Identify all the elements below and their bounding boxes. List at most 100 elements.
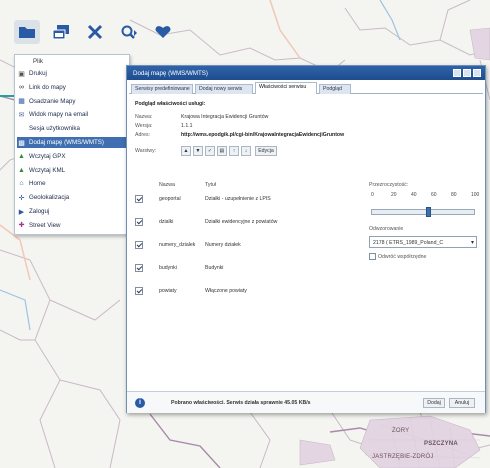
opacity-tick-label: 40 <box>411 192 417 198</box>
layer-row[interactable]: powiaty Włączone powiaty <box>135 286 363 298</box>
edit-button[interactable]: Edycja <box>255 146 277 156</box>
file-menu-button[interactable] <box>14 20 40 44</box>
layer-checkbox[interactable] <box>135 241 143 249</box>
layer-name: budynki <box>159 265 177 271</box>
tab-predefined[interactable]: Serwisy predefiniowane <box>131 84 193 94</box>
file-dropdown-menu: Plik ▣ Drukuj ∞ Link do mapy ▦ Osadzanie Mapy… <box>14 54 130 235</box>
menu-item-home[interactable]: ⌂ Home <box>17 178 129 189</box>
dialog-title[interactable]: Dodaj mapę (WMS/WMTS) <box>127 66 485 80</box>
kml-icon: ▲ <box>18 166 25 174</box>
gpx-icon: ▲ <box>18 152 25 160</box>
layer-row[interactable]: numery_dzialek Numery działek <box>135 240 363 252</box>
email-icon: ✉ <box>18 111 25 119</box>
layer-title: Działki - uzupełnienie z LPIS <box>205 196 271 202</box>
opacity-tick-label: 60 <box>431 192 437 198</box>
menu-item-geolokalizacja[interactable]: ✛ Geolokalizacja <box>17 192 129 203</box>
menu-item-wczytaj-kml[interactable]: ▲ Wczytaj KML <box>17 165 129 176</box>
address-value: http://wms.epodgik.pl/cgi-bin/KrajowaInt… <box>181 132 345 138</box>
menu-item-widok-mapy-na-email[interactable]: ✉ Widok mapy na email <box>17 109 129 120</box>
menu-item-label: Dodaj mapę (WMS/WMTS) <box>29 139 104 146</box>
tab-properties[interactable]: Właściwości serwisu <box>255 82 317 94</box>
dialog-tabs: Serwisy predefiniowane Dodaj nowy serwis… <box>129 82 483 94</box>
tools-icon <box>87 24 103 40</box>
layer-up-button[interactable]: ↑ <box>229 146 239 156</box>
tools-button[interactable] <box>82 20 108 44</box>
layer-checkbox[interactable] <box>135 195 143 203</box>
add-button[interactable]: Dodaj <box>423 398 445 408</box>
layer-copy-button[interactable]: ▤ <box>217 146 227 156</box>
opacity-label: Przezroczystość: <box>369 182 409 188</box>
chevron-down-icon: ▾ <box>470 240 474 246</box>
dialog-help-icon[interactable] <box>453 69 461 77</box>
favorites-button[interactable] <box>150 20 176 44</box>
tab-add-new[interactable]: Dodaj nowy serwis <box>195 84 253 94</box>
menu-item-osadzanie-mapy[interactable]: ▦ Osadzanie Mapy <box>17 96 129 107</box>
version-value: 1.1.1 <box>181 123 193 129</box>
menu-item-sesja-użytkownika[interactable]: Sesja użytkownika <box>17 123 129 134</box>
tab-preview[interactable]: Podgląd <box>319 84 351 94</box>
menu-item-label: Geolokalizacja <box>29 194 70 202</box>
search-button[interactable] <box>116 20 142 44</box>
dialog-footer: i Pobrano właściwości. Serwis działa spr… <box>127 391 485 413</box>
menu-item-label: Zaloguj <box>29 208 50 215</box>
layer-title: Numery działek <box>205 242 241 248</box>
layer-move-down-button[interactable]: ▼ <box>193 146 203 156</box>
layer-checkbox[interactable] <box>135 287 143 295</box>
opacity-tick-label: 0 <box>371 192 374 198</box>
menu-item-dodaj-mapę-wms-wmts-[interactable]: ▩ Dodaj mapę (WMS/WMTS) <box>17 137 129 148</box>
menu-item-label: Wczytaj GPX <box>29 152 66 160</box>
menu-item-label: Osadzanie Mapy <box>29 97 76 105</box>
dialog-close-icon[interactable] <box>473 69 481 77</box>
column-header-name: Nazwa <box>159 182 175 188</box>
info-icon: i <box>135 398 145 408</box>
layer-move-up-button[interactable]: ▲ <box>181 146 191 156</box>
menu-item-label: Wczytaj KML <box>29 166 66 174</box>
menu-item-drukuj[interactable]: ▣ Drukuj <box>17 68 129 79</box>
layer-select-button[interactable]: ✓ <box>205 146 215 156</box>
opacity-slider-thumb[interactable] <box>425 207 431 217</box>
layer-title: Działki ewidencyjne z powiatów <box>205 219 278 225</box>
projection-value: 2178 ( ETRS_1989_Poland_C <box>373 240 444 246</box>
layer-row[interactable]: geoportal Działki - uzupełnienie z LPIS <box>135 194 363 206</box>
menu-item-label: Widok mapy na email <box>29 111 89 119</box>
menu-item-link-do-mapy[interactable]: ∞ Link do mapy <box>17 82 129 93</box>
opacity-ticks: 0 20 40 60 80 100 <box>369 192 479 200</box>
name-value: Krajowa Integracja Ewidencji Gruntów <box>181 114 269 120</box>
menu-item-wczytaj-gpx[interactable]: ▲ Wczytaj GPX <box>17 151 129 162</box>
layers-label: Warstwy: <box>135 148 157 154</box>
projection-select[interactable]: 2178 ( ETRS_1989_Poland_C ▾ <box>369 236 477 248</box>
layer-row[interactable]: budynki Budynki <box>135 263 363 275</box>
dialog-minimize-icon[interactable] <box>463 69 471 77</box>
map-label-jastrzebie: JASTRZĘBIE-ZDRÓJ <box>372 454 434 460</box>
address-label: Adres: <box>135 132 150 138</box>
layer-down-button[interactable]: ↓ <box>241 146 251 156</box>
layer-name: geoportal <box>159 196 181 202</box>
search-icon <box>121 25 137 39</box>
layer-checkbox[interactable] <box>135 264 143 272</box>
name-label: Nazwa: <box>135 114 153 120</box>
file-icon <box>19 27 35 38</box>
add-map-icon: ▩ <box>18 139 25 147</box>
layer-checkbox[interactable] <box>135 218 143 226</box>
menu-item-street-view[interactable]: ✚ Street View <box>17 220 129 231</box>
status-message: Pobrano właściwości. Serwis działa spraw… <box>171 400 311 406</box>
windows-button[interactable] <box>48 20 74 44</box>
projection-label: Odwzorowanie <box>369 226 404 232</box>
cancel-button[interactable]: Anuluj <box>449 398 475 408</box>
opacity-tick-label: 100 <box>471 192 480 198</box>
menu-item-label: Sesja użytkownika <box>29 125 80 133</box>
menu-header: Plik <box>33 58 43 65</box>
login-icon: ▶ <box>18 208 25 216</box>
version-label: Wersja: <box>135 123 153 129</box>
menu-item-spacer <box>17 125 26 133</box>
opacity-slider[interactable] <box>371 207 475 217</box>
favorite-icon <box>155 26 171 38</box>
layer-title: Budynki <box>205 265 224 271</box>
swap-coordinates-checkbox[interactable] <box>369 253 376 260</box>
layer-title: Włączone powiaty <box>205 288 247 294</box>
layer-name: dzialki <box>159 219 174 225</box>
menu-item-label: Home <box>29 180 46 188</box>
menu-item-zaloguj[interactable]: ▶ Zaloguj <box>17 206 129 217</box>
map-label-zory: ŻORY <box>392 428 410 434</box>
layer-row[interactable]: dzialki Działki ewidencyjne z powiatów <box>135 217 363 229</box>
